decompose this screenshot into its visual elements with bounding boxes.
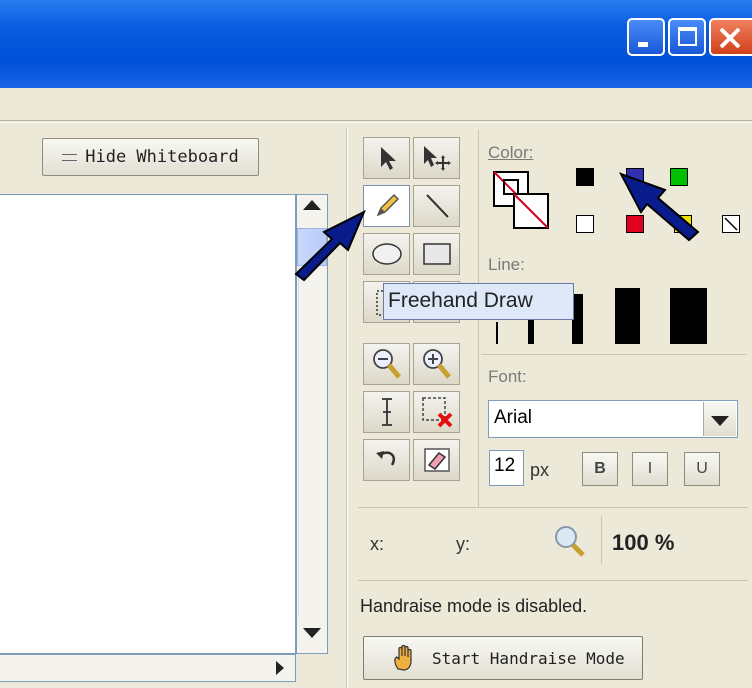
annotation-arrow-right [618, 172, 700, 242]
menu-bar [0, 88, 752, 120]
bold-button[interactable]: B [582, 452, 618, 486]
move-tool-button[interactable] [413, 137, 460, 179]
select-tool-button[interactable] [363, 137, 410, 179]
chevron-down-icon [711, 416, 729, 426]
undo-icon [375, 451, 395, 466]
font-label: Font: [488, 367, 527, 386]
scroll-corner [296, 654, 328, 682]
undo-tool-button[interactable] [363, 439, 410, 481]
eraser-tool-button[interactable] [413, 439, 460, 481]
start-handraise-label: Start Handraise Mode [432, 648, 625, 668]
divider [0, 120, 752, 121]
x-coordinate-label: x: [370, 534, 385, 554]
delete-selection-tool-button[interactable] [413, 391, 460, 433]
font-size-unit: px [530, 460, 550, 480]
divider [0, 122, 752, 123]
delete-selection-icon [421, 397, 452, 428]
color-swatch-white[interactable] [576, 215, 594, 233]
zoom-out-tool-button[interactable] [363, 343, 410, 385]
eraser-icon [423, 448, 450, 472]
minimize-icon [638, 42, 648, 47]
italic-button[interactable]: I [632, 452, 668, 486]
hide-whiteboard-label: Hide Whiteboard [85, 147, 239, 167]
maximize-button[interactable] [668, 18, 706, 56]
whiteboard-canvas[interactable] [0, 194, 296, 654]
horizontal-scrollbar[interactable] [0, 654, 296, 682]
line-width-5[interactable] [670, 288, 707, 344]
text-cursor-icon [381, 398, 392, 426]
fg-bg-color-indicator[interactable] [492, 170, 552, 232]
rectangle-icon [422, 243, 451, 265]
line-icon [425, 194, 449, 218]
close-icon [719, 27, 741, 49]
handraise-status-text: Handraise mode is disabled. [360, 596, 588, 616]
line-label: Line: [488, 255, 525, 274]
no-color-icon [724, 217, 738, 231]
line-width-1[interactable] [496, 322, 498, 344]
scroll-down-icon[interactable] [303, 628, 321, 638]
scroll-right-icon[interactable] [276, 661, 284, 675]
line-tool-button[interactable] [413, 185, 460, 227]
move-cursor-icon [423, 146, 451, 171]
rectangle-tool-button[interactable] [413, 233, 460, 275]
zoom-out-icon [372, 349, 401, 379]
magnifier-icon [552, 524, 586, 562]
color-label: Color: [488, 143, 534, 162]
dash-icon [62, 153, 78, 161]
minimize-button[interactable] [627, 18, 665, 56]
divider [481, 354, 747, 355]
start-handraise-button[interactable]: Start Handraise Mode [363, 636, 643, 680]
color-swatch-none[interactable] [722, 215, 740, 233]
font-size-input[interactable]: 12 [489, 450, 524, 486]
font-select-value: Arial [494, 407, 533, 428]
underline-button[interactable]: U [684, 452, 720, 486]
arrow-cursor-icon [380, 147, 396, 170]
scroll-track-line [298, 266, 299, 616]
fg-bg-swatch-icon [493, 171, 549, 229]
annotation-arrow-left [294, 209, 366, 282]
divider [601, 516, 602, 564]
color-swatch-black[interactable] [576, 168, 594, 186]
line-width-2[interactable] [528, 316, 534, 344]
y-coordinate-label: y: [456, 534, 471, 554]
line-width-4[interactable] [615, 288, 640, 344]
zoom-in-tool-button[interactable] [413, 343, 460, 385]
zoom-in-icon [422, 349, 451, 379]
close-button[interactable] [709, 18, 752, 56]
hand-icon [394, 644, 412, 671]
maximize-icon [678, 27, 697, 46]
zoom-level: 100 % [612, 530, 675, 555]
text-tool-button[interactable] [363, 391, 410, 433]
divider [358, 507, 748, 508]
tooltip: Freehand Draw [383, 283, 574, 320]
hide-whiteboard-button[interactable]: Hide Whiteboard [42, 138, 259, 176]
divider [358, 580, 748, 581]
